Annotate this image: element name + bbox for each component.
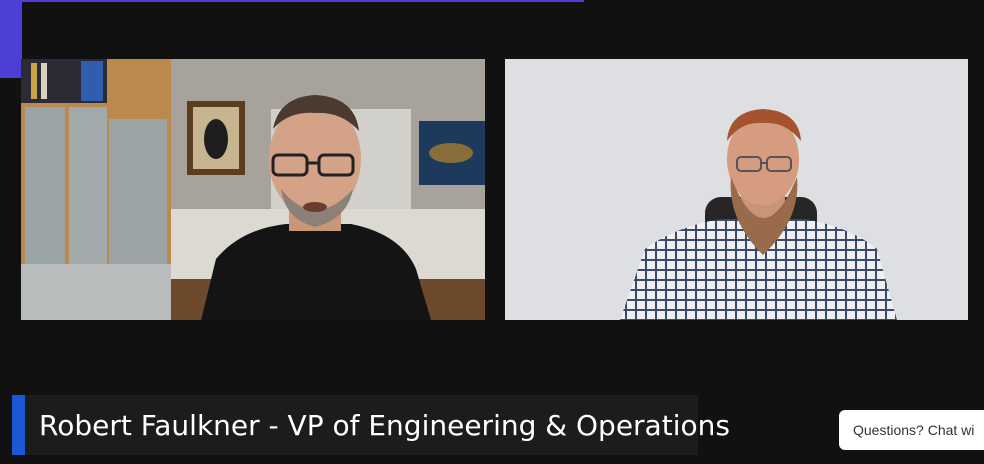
video-tile-right[interactable]	[505, 59, 968, 320]
video-feed-left	[21, 59, 485, 320]
speaker-name-title: Robert Faulkner - VP of Engineering & Op…	[39, 408, 730, 442]
lower-third-caption: Robert Faulkner - VP of Engineering & Op…	[12, 395, 730, 455]
chat-widget-button[interactable]: Questions? Chat wi	[839, 410, 984, 450]
video-feed-right	[505, 59, 968, 320]
lower-third-accent-stripe	[12, 395, 25, 455]
chat-widget-label: Questions? Chat wi	[853, 422, 975, 438]
brand-accent-bar	[0, 0, 584, 2]
brand-accent-block	[0, 0, 22, 78]
video-tile-left[interactable]	[21, 59, 485, 320]
